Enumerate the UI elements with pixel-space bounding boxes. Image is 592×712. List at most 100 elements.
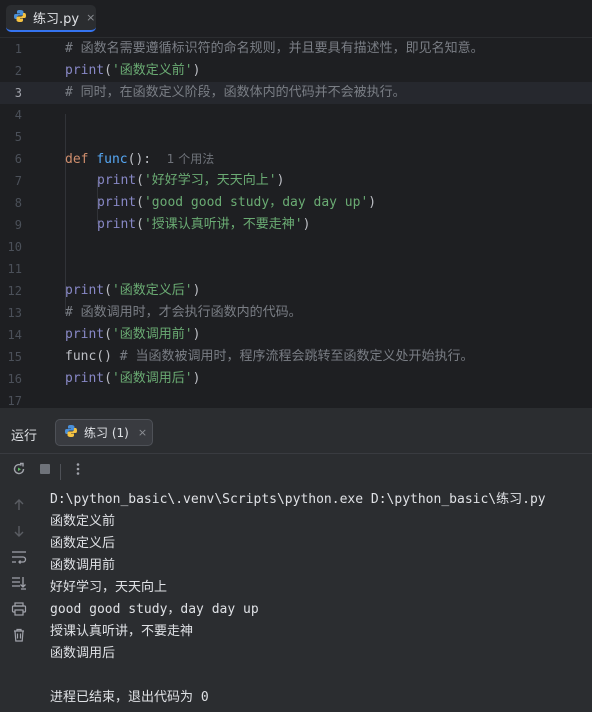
code-line: 1 # 函数名需要遵循标识符的命名规则，并且要具有描述性，即见名知意。 bbox=[0, 38, 592, 60]
string-literal: '授课认真听讲，不要走神' bbox=[143, 217, 303, 232]
code-line: 11 bbox=[0, 258, 592, 280]
line-number: 17 bbox=[7, 394, 22, 408]
scroll-down-button[interactable] bbox=[9, 523, 29, 543]
code-text: def func(): 1 个用法 bbox=[65, 148, 214, 171]
scroll-to-end-button[interactable] bbox=[9, 575, 29, 595]
print-button[interactable] bbox=[9, 601, 29, 621]
code-line: 15 func() # 当函数被调用时，程序流程会跳转至函数定义处开始执行。 bbox=[0, 346, 592, 368]
toolbar-separator bbox=[60, 464, 61, 480]
editor-tab[interactable]: 练习.py × bbox=[6, 5, 96, 32]
builtin-print: print bbox=[65, 371, 105, 386]
string-literal: '函数调用后' bbox=[111, 371, 193, 386]
more-button[interactable] bbox=[68, 461, 88, 481]
python-file-icon bbox=[64, 423, 78, 442]
code-text: func() # 当函数被调用时，程序流程会跳转至函数定义处开始执行。 bbox=[65, 346, 473, 368]
run-config-tab[interactable]: 练习 (1) × bbox=[55, 419, 153, 446]
keyword-def: def bbox=[65, 152, 89, 167]
close-icon[interactable]: × bbox=[138, 426, 147, 439]
line-number: 3 bbox=[14, 86, 22, 100]
run-panel-header: 运行 练习 (1) × bbox=[0, 413, 592, 453]
code-text: print('函数调用前') bbox=[65, 327, 201, 342]
console-line: 函数调用后 bbox=[50, 646, 116, 661]
code-text: print('函数定义前') bbox=[65, 63, 201, 78]
code-comment: # 当函数被调用时，程序流程会跳转至函数定义处开始执行。 bbox=[119, 349, 474, 364]
run-panel-title: 运行 bbox=[11, 429, 38, 444]
console-line: 函数调用前 bbox=[50, 558, 116, 573]
line-number: 13 bbox=[7, 306, 22, 320]
code-line: 8 print('good good study，day day up') bbox=[0, 192, 592, 214]
line-number: 14 bbox=[7, 328, 22, 342]
rerun-button[interactable] bbox=[9, 461, 29, 481]
code-line: 6 def func(): 1 个用法 bbox=[0, 148, 592, 170]
console-line: 授课认真听讲，不要走神 bbox=[50, 624, 194, 639]
code-comment: # 同时，在函数定义阶段，函数体内的代码并不会被执行。 bbox=[65, 85, 406, 100]
code-comment: # 函数调用时，才会执行函数内的代码。 bbox=[65, 305, 302, 320]
builtin-print: print bbox=[65, 63, 105, 78]
console-line: 函数定义前 bbox=[50, 514, 116, 529]
current-code-line: 3 # 同时，在函数定义阶段，函数体内的代码并不会被执行。 bbox=[0, 82, 592, 104]
run-tab-label: 练习 (1) bbox=[84, 426, 129, 440]
run-toolbar bbox=[0, 453, 592, 489]
string-literal: '函数定义前' bbox=[111, 63, 193, 78]
console-line: 好好学习，天天向上 bbox=[50, 580, 168, 595]
soft-wrap-button[interactable] bbox=[9, 549, 29, 569]
code-line: 16 print('函数调用后') bbox=[0, 368, 592, 390]
run-side-toolbar bbox=[0, 489, 38, 712]
function-name: func bbox=[96, 152, 128, 167]
line-number: 1 bbox=[14, 42, 22, 56]
builtin-print: print bbox=[65, 327, 105, 342]
code-line: 4 bbox=[0, 104, 592, 126]
print-icon bbox=[11, 602, 27, 620]
function-call: func() bbox=[65, 349, 112, 364]
line-number: 12 bbox=[7, 284, 22, 298]
line-number: 16 bbox=[7, 372, 22, 386]
builtin-print: print bbox=[97, 173, 137, 188]
line-number: 6 bbox=[14, 152, 22, 166]
code-text: print('好好学习，天天向上') bbox=[97, 173, 285, 188]
code-line: 5 bbox=[0, 126, 592, 148]
code-comment: # 函数名需要遵循标识符的命名规则，并且要具有描述性，即见名知意。 bbox=[65, 41, 484, 56]
run-console[interactable]: D:\python_basic\.venv\Scripts\python.exe… bbox=[38, 489, 592, 712]
code-line: 14 print('函数调用前') bbox=[0, 324, 592, 346]
code-punctuation: (): bbox=[127, 152, 152, 167]
code-line: 9 print('授课认真听讲，不要走神') bbox=[0, 214, 592, 236]
code-text: print('授课认真听讲，不要走神') bbox=[97, 217, 311, 232]
code-line: 10 bbox=[0, 236, 592, 258]
code-line: 13 # 函数调用时，才会执行函数内的代码。 bbox=[0, 302, 592, 324]
close-icon[interactable]: × bbox=[86, 11, 95, 24]
editor-tab-bar: 练习.py × bbox=[0, 0, 592, 38]
line-number: 10 bbox=[7, 240, 22, 254]
code-text: print('函数调用后') bbox=[65, 371, 201, 386]
code-editor[interactable]: 1 # 函数名需要遵循标识符的命名规则，并且要具有描述性，即见名知意。 2 pr… bbox=[0, 38, 592, 408]
line-number: 11 bbox=[7, 262, 22, 276]
string-literal: 'good good study，day day up' bbox=[143, 195, 369, 210]
scroll-up-icon bbox=[12, 498, 26, 516]
code-text: print('函数定义后') bbox=[65, 283, 201, 298]
code-line: 17 bbox=[0, 390, 592, 408]
scroll-to-end-icon bbox=[11, 576, 27, 594]
clear-button[interactable] bbox=[9, 627, 29, 647]
builtin-print: print bbox=[97, 195, 137, 210]
line-number: 8 bbox=[14, 196, 22, 210]
usage-hint[interactable]: 1 个用法 bbox=[167, 152, 214, 166]
line-number: 9 bbox=[14, 218, 22, 232]
editor-tab-label: 练习.py bbox=[33, 12, 80, 27]
code-line: 7 print('好好学习，天天向上') bbox=[0, 170, 592, 192]
console-line: good good study，day day up bbox=[50, 602, 259, 617]
scroll-up-button[interactable] bbox=[9, 497, 29, 517]
stop-icon bbox=[38, 462, 52, 480]
soft-wrap-icon bbox=[11, 550, 27, 568]
stop-button[interactable] bbox=[35, 461, 55, 481]
builtin-print: print bbox=[97, 217, 137, 232]
trash-icon bbox=[12, 628, 26, 646]
line-number: 15 bbox=[7, 350, 22, 364]
console-line: 函数定义后 bbox=[50, 536, 116, 551]
line-number: 2 bbox=[14, 64, 22, 78]
code-text: print('good good study，day day up') bbox=[97, 195, 377, 210]
code-line: 2 print('函数定义前') bbox=[0, 60, 592, 82]
string-literal: '函数定义后' bbox=[111, 283, 193, 298]
console-exit-line: 进程已结束，退出代码为 0 bbox=[50, 690, 209, 705]
string-literal: '函数调用前' bbox=[111, 327, 193, 342]
code-line: 12 print('函数定义后') bbox=[0, 280, 592, 302]
builtin-print: print bbox=[65, 283, 105, 298]
